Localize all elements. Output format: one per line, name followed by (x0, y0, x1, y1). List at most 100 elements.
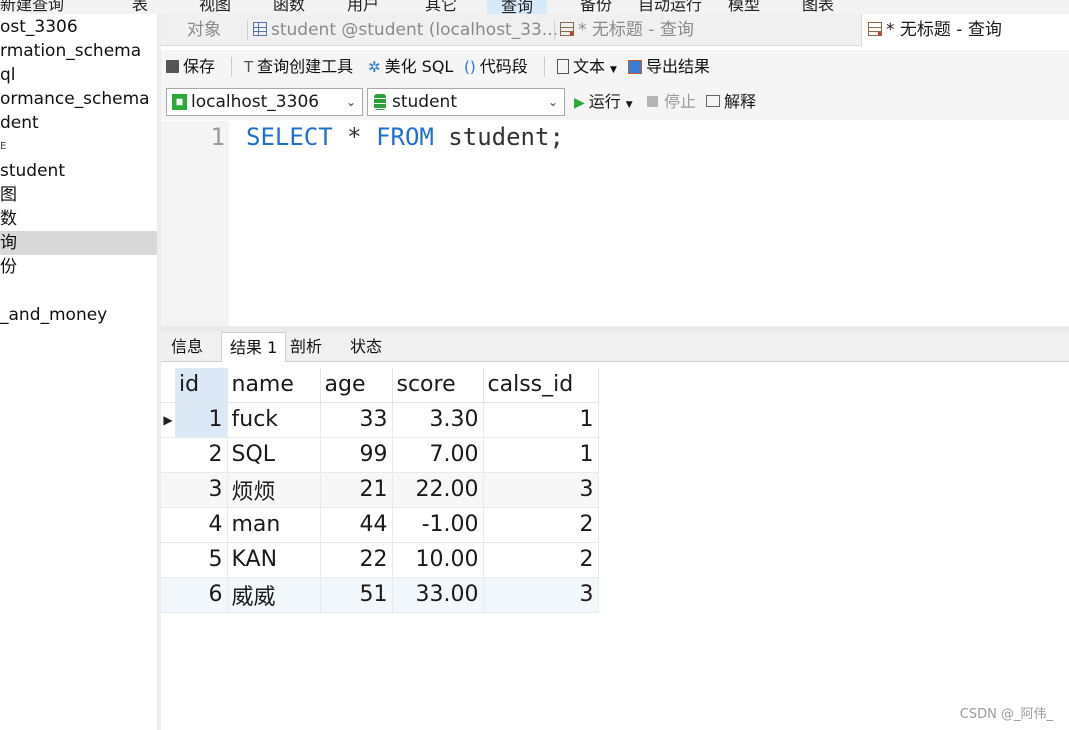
tab-info[interactable]: 信息 (163, 332, 211, 362)
cell-score[interactable]: 7.00 (392, 437, 484, 473)
menu-other[interactable]: 其它 (425, 0, 457, 14)
cell-id[interactable]: 6 (175, 577, 228, 613)
menu-table[interactable]: 表 (132, 0, 148, 14)
cell-calss-id[interactable]: 2 (483, 507, 599, 543)
stop-button[interactable]: 停止 (647, 88, 696, 116)
tab-profile[interactable]: 剖析 (282, 332, 330, 362)
connection-select[interactable]: localhost_3306 ⌄ (166, 88, 363, 116)
tree-item-student-table[interactable]: student (0, 159, 157, 183)
database-select[interactable]: student ⌄ (367, 88, 565, 116)
query-builder-button[interactable]: T 查询创建工具 (244, 54, 353, 80)
result-table: id name age score calss_id ▶ 1 fuck 33 3… (161, 368, 599, 613)
column-header-score[interactable]: score (392, 368, 484, 403)
tree-item-queries[interactable]: 询 (0, 231, 157, 255)
tree-item-student-db[interactable]: dent (0, 111, 157, 135)
tree-item-localhost[interactable]: ost_3306 (0, 15, 157, 39)
menu-new-query[interactable]: 新建查询 (0, 0, 64, 14)
beautify-label: 美化 SQL (384, 57, 454, 76)
cell-id[interactable]: 1 (175, 402, 228, 438)
cell-id[interactable]: 2 (175, 437, 228, 473)
menu-backup[interactable]: 备份 (580, 0, 612, 14)
cell-age[interactable]: 33 (320, 402, 393, 438)
cell-calss-id[interactable]: 3 (483, 577, 599, 613)
explain-icon (706, 95, 720, 107)
cell-id[interactable]: 5 (175, 542, 228, 578)
table-row[interactable]: 3 烦烦 21 22.00 3 (161, 472, 599, 508)
tab-untitled-query-1[interactable]: * 无标题 - 查询 (554, 14, 694, 46)
tab-status[interactable]: 状态 (342, 332, 390, 362)
sql-keyword-from: FROM (376, 123, 434, 151)
cell-calss-id[interactable]: 1 (483, 402, 599, 438)
tree-item-information-schema[interactable]: rmation_schema (0, 39, 157, 63)
tree-item-backups[interactable]: 份 (0, 255, 157, 279)
tree-item-views[interactable]: 图 (0, 183, 157, 207)
table-row[interactable]: 4 man 44 -1.00 2 (161, 507, 599, 543)
sql-star: * (332, 123, 377, 151)
export-result-button[interactable]: 导出结果 (628, 54, 710, 80)
table-row[interactable]: 5 KAN 22 10.00 2 (161, 542, 599, 578)
cell-score[interactable]: 3.30 (392, 402, 484, 438)
cell-id[interactable]: 4 (175, 507, 228, 543)
cell-age[interactable]: 51 (320, 577, 393, 613)
cell-age[interactable]: 44 (320, 507, 393, 543)
menu-function[interactable]: 函数 (273, 0, 305, 14)
tree-item-functions[interactable]: 数 (0, 207, 157, 231)
cell-score[interactable]: 33.00 (392, 577, 484, 613)
code-snippet-button[interactable]: () 代码段 (464, 54, 528, 80)
cell-score[interactable]: -1.00 (392, 507, 484, 543)
sql-code[interactable]: SELECT * FROM student; (246, 123, 564, 151)
beautify-sql-button[interactable]: ✲ 美化 SQL (368, 54, 453, 80)
sql-editor[interactable]: 1 SELECT * FROM student; (161, 121, 1069, 326)
menu-chart[interactable]: 图表 (802, 0, 834, 14)
tab-objects[interactable]: 对象 (181, 14, 221, 46)
menu-model[interactable]: 模型 (728, 0, 760, 14)
column-header-calss-id[interactable]: calss_id (483, 368, 599, 403)
tab-student-table[interactable]: student @student (localhost_33... (247, 14, 558, 46)
table-row[interactable]: 6 威威 51 33.00 3 (161, 577, 599, 613)
table-row[interactable]: ▶ 1 fuck 33 3.30 1 (161, 402, 599, 438)
table-row[interactable]: 2 SQL 99 7.00 1 (161, 437, 599, 473)
menu-query[interactable]: 查询 (487, 0, 548, 14)
cell-calss-id[interactable]: 2 (483, 542, 599, 578)
header-row: id name age score calss_id (161, 368, 599, 403)
line-number: 1 (210, 123, 225, 151)
result-grid: id name age score calss_id ▶ 1 fuck 33 3… (161, 362, 1069, 730)
column-header-id[interactable]: id (175, 368, 228, 403)
column-header-name[interactable]: name (227, 368, 321, 403)
cell-score[interactable]: 10.00 (392, 542, 484, 578)
cell-name[interactable]: 烦烦 (227, 472, 321, 508)
hammer-icon: T (244, 58, 254, 76)
cell-name[interactable]: man (227, 507, 321, 543)
cell-age[interactable]: 21 (320, 472, 393, 508)
tree-item-performance-schema[interactable]: ormance_schema (0, 87, 157, 111)
cell-name[interactable]: 威威 (227, 577, 321, 613)
save-button[interactable]: 保存 (166, 54, 215, 80)
cell-name[interactable]: SQL (227, 437, 321, 473)
column-header-age[interactable]: age (320, 368, 393, 403)
cell-name[interactable]: KAN (227, 542, 321, 578)
tab-student-label: student @student (localhost_33... (271, 20, 559, 40)
menu-user[interactable]: 用户 (347, 0, 379, 14)
connection-bar: localhost_3306 ⌄ student ⌄ ▶ 运行 ▼ 停止 解释 (161, 84, 1069, 120)
cell-age[interactable]: 22 (320, 542, 393, 578)
tree-item-empty (0, 279, 157, 303)
menu-automation[interactable]: 自动运行 (638, 0, 702, 14)
tree-item-mysql[interactable]: ql (0, 63, 157, 87)
dropdown-arrow-icon: ▼ (610, 65, 617, 75)
cell-id[interactable]: 3 (175, 472, 228, 508)
row-indicator-header (161, 368, 175, 403)
tab-result-1[interactable]: 结果 1 (221, 332, 287, 363)
cell-calss-id[interactable]: 3 (483, 472, 599, 508)
tree-item-tables[interactable]: E (0, 135, 157, 159)
cell-calss-id[interactable]: 1 (483, 437, 599, 473)
tab-untitled-query-active[interactable]: * 无标题 - 查询 (861, 14, 1069, 47)
menu-view[interactable]: 视图 (199, 0, 231, 14)
save-label: 保存 (183, 57, 216, 76)
explain-button[interactable]: 解释 (706, 88, 756, 116)
cell-score[interactable]: 22.00 (392, 472, 484, 508)
tree-item-and-money[interactable]: _and_money (0, 303, 157, 327)
cell-name[interactable]: fuck (227, 402, 321, 438)
text-mode-dropdown[interactable]: 文本 ▼ (557, 54, 617, 80)
run-button[interactable]: ▶ 运行 ▼ (574, 88, 633, 116)
cell-age[interactable]: 99 (320, 437, 393, 473)
